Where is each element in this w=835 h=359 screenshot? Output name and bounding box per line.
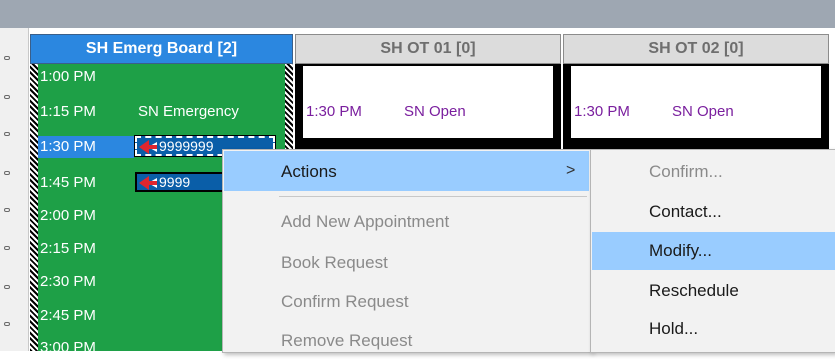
column-header-ot-01[interactable]: SH OT 01 [0]	[295, 34, 561, 64]
row-gutter	[0, 28, 29, 351]
time-slot[interactable]: 1:15 PM	[40, 101, 96, 123]
column-header-emerg-board[interactable]: SH Emerg Board [2]	[30, 34, 293, 64]
time-slot[interactable]: 2:00 PM	[40, 205, 96, 227]
submenu-item-contact[interactable]: Contact...	[649, 194, 722, 230]
toolbar-strip	[0, 0, 835, 28]
row-marker	[4, 171, 10, 175]
time-slot[interactable]: 2:30 PM	[40, 271, 96, 293]
time-slot[interactable]: 2:15 PM	[40, 238, 96, 260]
actions-submenu: Confirm... Contact... Modify... Reschedu…	[590, 149, 835, 353]
row-marker	[4, 285, 10, 289]
time-slot[interactable]: 1:45 PM	[40, 172, 96, 194]
row-marker	[4, 56, 10, 60]
context-menu: Actions > Add New Appointment Book Reque…	[222, 149, 592, 353]
ot-02-status: SN Open	[672, 103, 734, 120]
menu-item-confirm-request[interactable]: Confirm Request	[281, 284, 409, 320]
menu-separator	[279, 196, 587, 197]
priority-arrow-icon	[139, 140, 157, 154]
ot-01-status: SN Open	[404, 103, 466, 120]
submenu-item-confirm[interactable]: Confirm...	[649, 154, 723, 190]
ot-01-time: 1:30 PM	[306, 103, 362, 120]
column-hatch-left	[30, 64, 38, 351]
appointment-id: 9999999	[159, 138, 214, 154]
slot-label: SN Emergency	[138, 103, 239, 120]
row-marker	[4, 132, 10, 136]
time-slot[interactable]: 1:00 PM	[40, 66, 96, 88]
menu-highlight	[224, 151, 589, 191]
row-marker	[4, 246, 10, 250]
submenu-item-hold[interactable]: Hold...	[649, 311, 698, 347]
chevron-right-icon: >	[566, 162, 576, 179]
time-slot[interactable]: 2:45 PM	[40, 305, 96, 327]
submenu-highlight	[592, 232, 835, 270]
row-marker	[4, 95, 10, 99]
time-slot[interactable]: 3:00 PM	[40, 337, 96, 359]
menu-item-book-request[interactable]: Book Request	[281, 245, 388, 281]
column-header-ot-02[interactable]: SH OT 02 [0]	[563, 34, 829, 64]
row-marker	[4, 322, 10, 326]
submenu-item-modify[interactable]: Modify...	[649, 233, 712, 269]
ot-02-time: 1:30 PM	[574, 103, 630, 120]
menu-item-actions[interactable]: Actions	[281, 154, 337, 190]
menu-item-remove-request[interactable]: Remove Request	[281, 323, 412, 359]
appointment-id: 9999	[159, 174, 191, 190]
row-marker	[4, 208, 10, 212]
submenu-item-reschedule[interactable]: Reschedule	[649, 273, 739, 309]
menu-item-add-new-appointment[interactable]: Add New Appointment	[281, 204, 449, 240]
priority-arrow-icon	[139, 176, 157, 190]
time-slot[interactable]: 1:30 PM	[40, 136, 96, 158]
